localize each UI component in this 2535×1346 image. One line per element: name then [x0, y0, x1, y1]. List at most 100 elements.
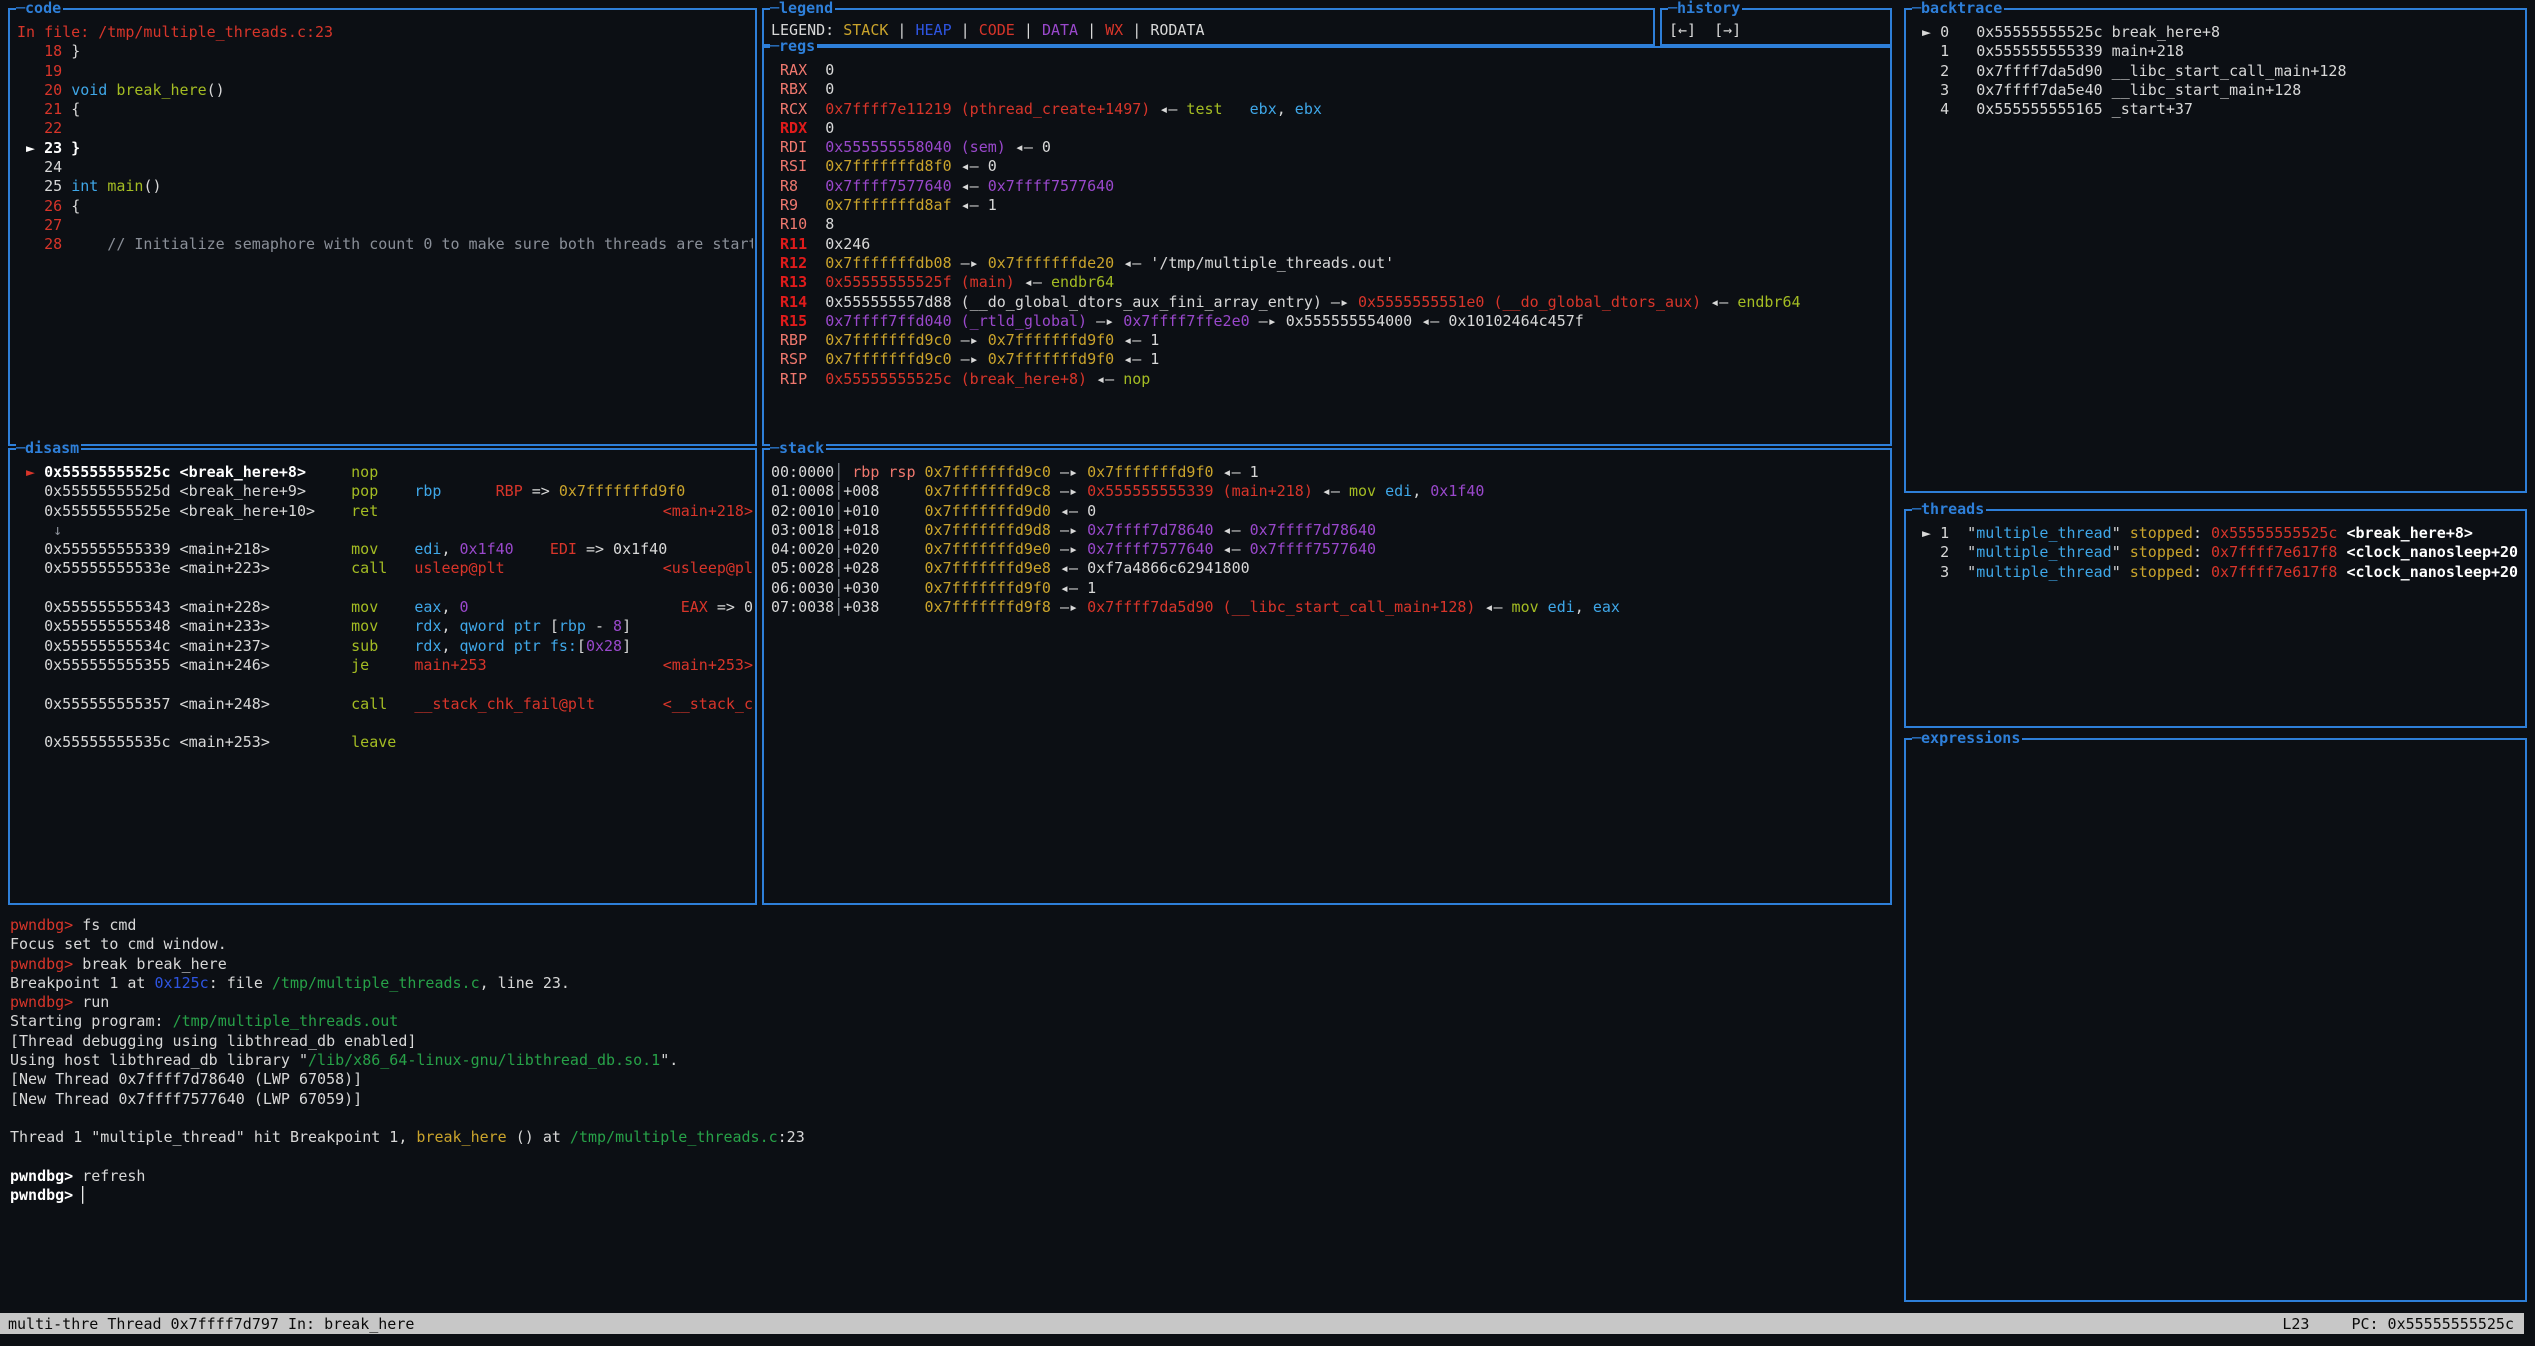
console-output[interactable]: pwndbg> fs cmdFocus set to cmd window.pw… [10, 916, 1890, 1308]
panel-history: history [←] [→] [1660, 8, 1892, 46]
threads-view: ► 1 "multiple_thread" stopped: 0x5555555… [1906, 511, 2525, 726]
terminal-line: 3 "multiple_thread" stopped: 0x7ffff7e61… [1913, 563, 2523, 582]
terminal-line: 26 { [17, 197, 753, 216]
terminal-line: 01:0008│+008 0x7fffffffd9c8 —▸ 0x5555555… [771, 482, 1888, 501]
terminal-line: ► 0x55555555525c <break_here+8> nop [17, 463, 753, 482]
terminal-line: R9 0x7fffffffd8af ◂— 1 [771, 196, 1888, 215]
terminal-line: ► 1 "multiple_thread" stopped: 0x5555555… [1913, 524, 2523, 543]
panel-backtrace: backtrace ► 0 0x55555555525c break_here+… [1904, 8, 2527, 493]
terminal-line: 22 [17, 119, 753, 138]
terminal-line: [New Thread 0x7ffff7577640 (LWP 67059)] [10, 1090, 1890, 1109]
terminal-line: 2 0x7ffff7da5d90 __libc_start_call_main+… [1913, 62, 2523, 81]
terminal-line: R13 0x55555555525f (main) ◂— endbr64 [771, 273, 1888, 292]
terminal-line: [Thread debugging using libthread_db ena… [10, 1032, 1890, 1051]
terminal-line: 27 [17, 216, 753, 235]
terminal-line: 0x555555555343 <main+228> mov eax, 0EAX … [17, 598, 753, 617]
terminal-line: Starting program: /tmp/multiple_threads.… [10, 1012, 1890, 1031]
terminal-line: 20 void break_here() [17, 81, 753, 100]
terminal-line: In file: /tmp/multiple_threads.c:23 [17, 23, 753, 42]
terminal-line: 0x555555555355 <main+246> je main+253<ma… [17, 656, 753, 675]
terminal-line: 4 0x555555555165 _start+37 [1913, 100, 2523, 119]
status-bar: multi-thre Thread 0x7ffff7d797 In: break… [0, 1313, 2524, 1334]
terminal-line: 24 [17, 158, 753, 177]
terminal-line: RBP 0x7fffffffd9c0 —▸ 0x7fffffffd9f0 ◂— … [771, 331, 1888, 350]
pwndbg-debugger-screen: code In file: /tmp/multiple_threads.c:23… [0, 0, 2535, 1346]
terminal-line: R15 0x7ffff7ffd040 (_rtld_global) —▸ 0x7… [771, 312, 1888, 331]
terminal-line: 0x55555555525d <break_here+9> pop rbp RB… [17, 482, 753, 501]
terminal-line: pwndbg> fs cmd [10, 916, 1890, 935]
terminal-line: 1 0x555555555339 main+218 [1913, 42, 2523, 61]
terminal-line: pwndbg> break break_here [10, 955, 1890, 974]
terminal-line: 0x55555555525e <break_here+10> ret<main+… [17, 502, 753, 521]
terminal-line: RAX 0 [771, 61, 1888, 80]
terminal-line: Using host libthread_db library "/lib/x8… [10, 1051, 1890, 1070]
command-input[interactable]: pwndbg> ▏ [10, 1186, 1890, 1205]
terminal-line: 0x55555555535c <main+253> leave [17, 733, 753, 752]
terminal-line: ► 23 } [17, 139, 753, 158]
terminal-line: 21 { [17, 100, 753, 119]
terminal-line: 19 [17, 62, 753, 81]
terminal-line: RDX 0 [771, 119, 1888, 138]
panel-threads: threads ► 1 "multiple_thread" stopped: 0… [1904, 509, 2527, 728]
terminal-line: RSP 0x7fffffffd9c0 —▸ 0x7fffffffd9f0 ◂— … [771, 350, 1888, 369]
status-pc-indicator: PC: 0x55555555525c [2351, 1315, 2514, 1333]
terminal-line: 02:0010│+010 0x7fffffffd9d0 ◂— 0 [771, 502, 1888, 521]
terminal-line: 07:0038│+038 0x7fffffffd9f8 —▸ 0x7ffff7d… [771, 598, 1888, 617]
history-forward-button[interactable]: [→] [1714, 21, 1741, 40]
terminal-line: ↓ [17, 521, 753, 540]
terminal-line: R10 8 [771, 215, 1888, 234]
panel-legend: legend LEGEND: STACK | HEAP | CODE | DAT… [762, 8, 1655, 46]
terminal-line: 0x555555555357 <main+248> call __stack_c… [17, 695, 753, 714]
terminal-line: LEGEND: STACK | HEAP | CODE | DATA | WX … [771, 21, 1651, 40]
terminal-line: 06:0030│+030 0x7fffffffd9f0 ◂— 1 [771, 579, 1888, 598]
panel-regs: regs RAX 0 RBX 0 RCX 0x7ffff7e11219 (pth… [762, 46, 1892, 446]
terminal-line: RDI 0x555555558040 (sem) ◂— 0 [771, 138, 1888, 157]
terminal-line: 00:0000│ rbp rsp 0x7fffffffd9c0 —▸ 0x7ff… [771, 463, 1888, 482]
terminal-line: 0x55555555534c <main+237> sub rdx, qword… [17, 637, 753, 656]
panel-code: code In file: /tmp/multiple_threads.c:23… [8, 8, 757, 446]
panel-expressions: expressions [1904, 738, 2527, 1302]
terminal-line: R12 0x7fffffffdb08 —▸ 0x7fffffffde20 ◂— … [771, 254, 1888, 273]
terminal-line: 25 int main() [17, 177, 753, 196]
terminal-line: R14 0x555555557d88 (__do_global_dtors_au… [771, 293, 1888, 312]
terminal-line: Focus set to cmd window. [10, 935, 1890, 954]
terminal-line: 2 "multiple_thread" stopped: 0x7ffff7e61… [1913, 543, 2523, 562]
terminal-line: pwndbg> refresh [10, 1167, 1890, 1186]
terminal-line: 0x555555555339 <main+218> mov edi, 0x1f4… [17, 540, 753, 559]
terminal-line: [New Thread 0x7ffff7d78640 (LWP 67058)] [10, 1070, 1890, 1089]
registers-view: RAX 0 RBX 0 RCX 0x7ffff7e11219 (pthread_… [764, 48, 1890, 444]
terminal-line: RSI 0x7fffffffd8f0 ◂— 0 [771, 157, 1888, 176]
terminal-line: 05:0028│+028 0x7fffffffd9e8 ◂— 0xf7a4866… [771, 559, 1888, 578]
terminal-line: pwndbg> run [10, 993, 1890, 1012]
terminal-line [17, 714, 753, 733]
terminal-line [17, 579, 753, 598]
terminal-line: 03:0018│+018 0x7fffffffd9d8 —▸ 0x7ffff7d… [771, 521, 1888, 540]
legend-row: LEGEND: STACK | HEAP | CODE | DATA | WX … [764, 10, 1653, 44]
terminal-line: R11 0x246 [771, 235, 1888, 254]
terminal-line: RBX 0 [771, 80, 1888, 99]
terminal-line: RCX 0x7ffff7e11219 (pthread_create+1497)… [771, 100, 1888, 119]
terminal-line [10, 1148, 1890, 1167]
terminal-line [17, 675, 753, 694]
code-source-view: In file: /tmp/multiple_threads.c:23 18 }… [10, 10, 755, 444]
disassembly-view: ► 0x55555555525c <break_here+8> nop 0x55… [10, 450, 755, 903]
stack-view: 00:0000│ rbp rsp 0x7fffffffd9c0 —▸ 0x7ff… [764, 450, 1890, 903]
panel-stack: stack 00:0000│ rbp rsp 0x7fffffffd9c0 —▸… [762, 448, 1892, 905]
terminal-line: 28 // Initialize semaphore with count 0 … [17, 235, 753, 254]
status-line-indicator: L23 [2282, 1315, 2309, 1333]
terminal-line [10, 1109, 1890, 1128]
terminal-line: 18 } [17, 42, 753, 61]
terminal-line: 3 0x7ffff7da5e40 __libc_start_main+128 [1913, 81, 2523, 100]
panel-disasm: disasm ► 0x55555555525c <break_here+8> n… [8, 448, 757, 905]
terminal-line: 0x55555555533e <main+223> call usleep@pl… [17, 559, 753, 578]
history-back-button[interactable]: [←] [1669, 21, 1696, 40]
terminal-line: R8 0x7ffff7577640 ◂— 0x7ffff7577640 [771, 177, 1888, 196]
terminal-line: Thread 1 "multiple_thread" hit Breakpoin… [10, 1128, 1890, 1147]
terminal-line: 0x555555555348 <main+233> mov rdx, qword… [17, 617, 753, 636]
terminal-line: Breakpoint 1 at 0x125c: file /tmp/multip… [10, 974, 1890, 993]
backtrace-view: ► 0 0x55555555525c break_here+8 1 0x5555… [1906, 10, 2525, 491]
terminal-line: RIP 0x55555555525c (break_here+8) ◂— nop [771, 370, 1888, 389]
status-bar-left: multi-thre Thread 0x7ffff7d797 In: break… [8, 1315, 414, 1333]
terminal-line: ► 0 0x55555555525c break_here+8 [1913, 23, 2523, 42]
expressions-view [1906, 740, 2525, 1300]
